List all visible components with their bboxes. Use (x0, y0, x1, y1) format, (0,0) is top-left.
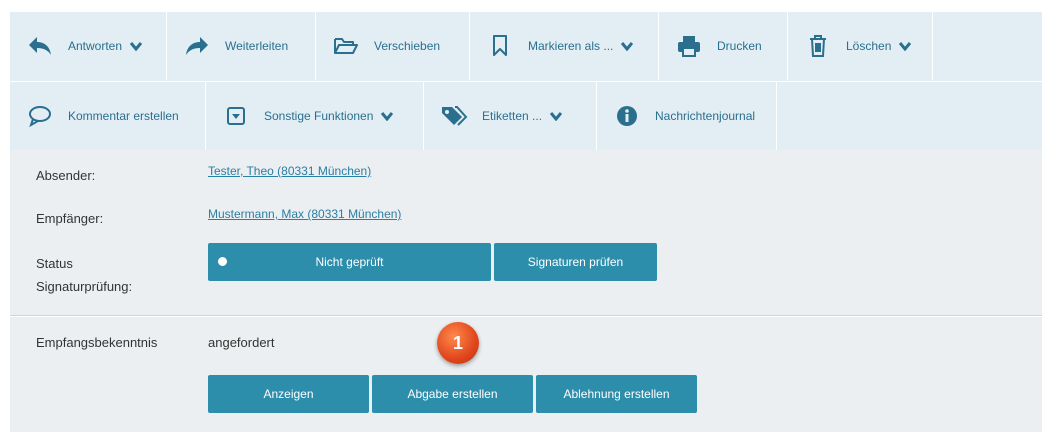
forward-label: Weiterleiten (225, 39, 289, 53)
signature-status-badge: Nicht geprüft (208, 243, 491, 281)
signature-status-label-line2: Signaturprüfung: (36, 279, 133, 294)
printer-icon (673, 30, 705, 62)
chevron-down-icon (550, 112, 563, 121)
create-rejection-button[interactable]: Ablehnung erstellen (536, 375, 697, 413)
create-comment-button[interactable]: Kommentar erstellen (10, 82, 206, 150)
reply-button[interactable]: Antworten (10, 12, 167, 80)
forward-icon (181, 30, 213, 62)
bookmark-icon (484, 30, 516, 62)
reply-label: Antworten (68, 39, 123, 53)
create-rejection-label: Ablehnung erstellen (563, 387, 670, 401)
receipt-status-value: angefordert (208, 335, 275, 350)
receipt-label: Empfangsbekenntnis (36, 335, 158, 350)
dropdown-box-icon (220, 100, 252, 132)
recipient-label: Empfänger: (36, 211, 104, 226)
signature-status-label-line1: Status (36, 256, 73, 271)
callout-number: 1 (452, 332, 463, 353)
move-label: Verschieben (374, 39, 441, 53)
tags-icon (438, 100, 470, 132)
print-button[interactable]: Drucken (659, 12, 788, 80)
toolbar-row-2: Kommentar erstellen Sonstige Funktionen … (10, 82, 777, 150)
info-icon (611, 100, 643, 132)
mark-as-button[interactable]: Markieren als ... (470, 12, 659, 80)
folder-open-icon (330, 30, 362, 62)
verify-signatures-button[interactable]: Signaturen prüfen (494, 243, 657, 281)
verify-signatures-label: Signaturen prüfen (527, 255, 624, 269)
chevron-down-icon (621, 42, 634, 51)
labels-button[interactable]: Etiketten ... (424, 82, 597, 150)
trash-icon (802, 30, 834, 62)
sender-label: Absender: (36, 168, 96, 183)
move-button[interactable]: Verschieben (316, 12, 470, 80)
callout-marker-1: 1 (437, 322, 479, 364)
show-button-label: Anzeigen (263, 387, 314, 401)
mark-as-label: Markieren als ... (528, 39, 614, 53)
message-journal-label: Nachrichtenjournal (655, 109, 756, 123)
signature-status-text: Nicht geprüft (315, 255, 384, 269)
delete-label: Löschen (846, 39, 892, 53)
forward-button[interactable]: Weiterleiten (167, 12, 316, 80)
message-journal-button[interactable]: Nachrichtenjournal (597, 82, 777, 150)
labels-label: Etiketten ... (482, 109, 543, 123)
create-submission-label: Abgabe erstellen (407, 387, 498, 401)
toolbar-row-1: Antworten Weiterleiten Verschieben Marki… (10, 12, 933, 80)
sender-link[interactable]: Tester, Theo (80331 München) (208, 164, 371, 178)
create-comment-label: Kommentar erstellen (68, 109, 179, 123)
chevron-down-icon (899, 42, 912, 51)
comment-icon (24, 100, 56, 132)
other-functions-button[interactable]: Sonstige Funktionen (206, 82, 424, 150)
chevron-down-icon (130, 42, 143, 51)
recipient-link[interactable]: Mustermann, Max (80331 München) (208, 207, 401, 221)
other-functions-label: Sonstige Funktionen (264, 109, 374, 123)
message-details-panel (10, 150, 1042, 316)
show-button[interactable]: Anzeigen (208, 375, 369, 413)
chevron-down-icon (381, 112, 394, 121)
status-dot-icon (218, 257, 227, 266)
reply-icon (24, 30, 56, 62)
print-label: Drucken (717, 39, 762, 53)
delete-button[interactable]: Löschen (788, 12, 933, 80)
message-toolbar: Antworten Weiterleiten Verschieben Marki… (10, 12, 1042, 150)
create-submission-button[interactable]: Abgabe erstellen (372, 375, 533, 413)
